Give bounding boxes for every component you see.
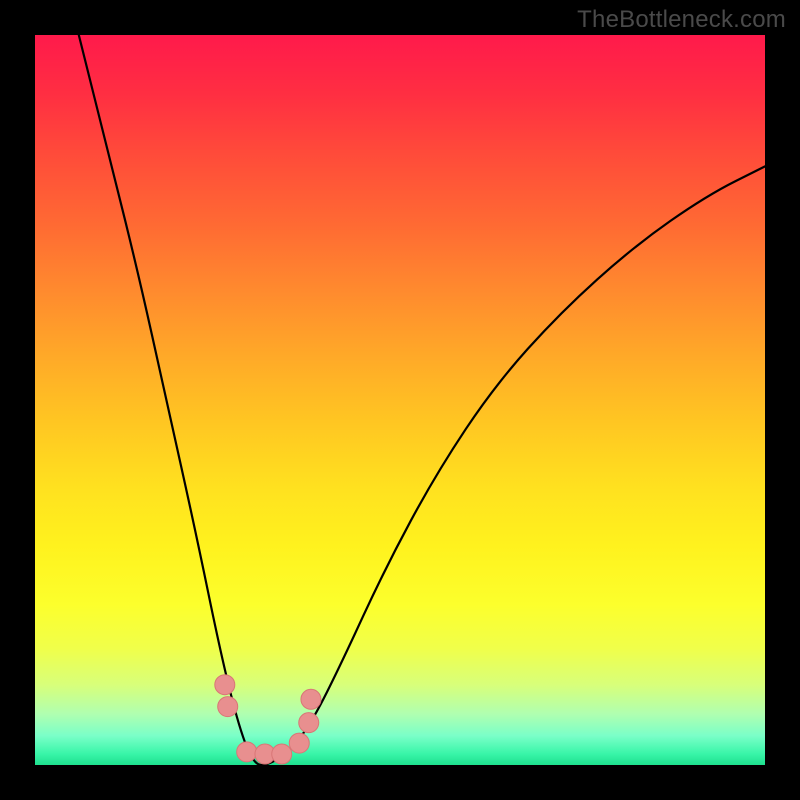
marker-point [289, 733, 309, 753]
marker-point [215, 675, 235, 695]
watermark-text: TheBottleneck.com [577, 6, 786, 34]
marker-point [237, 742, 257, 762]
bottleneck-curve [79, 35, 765, 765]
marker-point [272, 744, 292, 764]
marker-points [215, 675, 321, 764]
marker-point [301, 689, 321, 709]
curve-path [79, 35, 765, 765]
plot-area [35, 35, 765, 765]
marker-point [218, 697, 238, 717]
chart-frame: TheBottleneck.com [0, 0, 800, 800]
marker-point [299, 713, 319, 733]
chart-svg [35, 35, 765, 765]
